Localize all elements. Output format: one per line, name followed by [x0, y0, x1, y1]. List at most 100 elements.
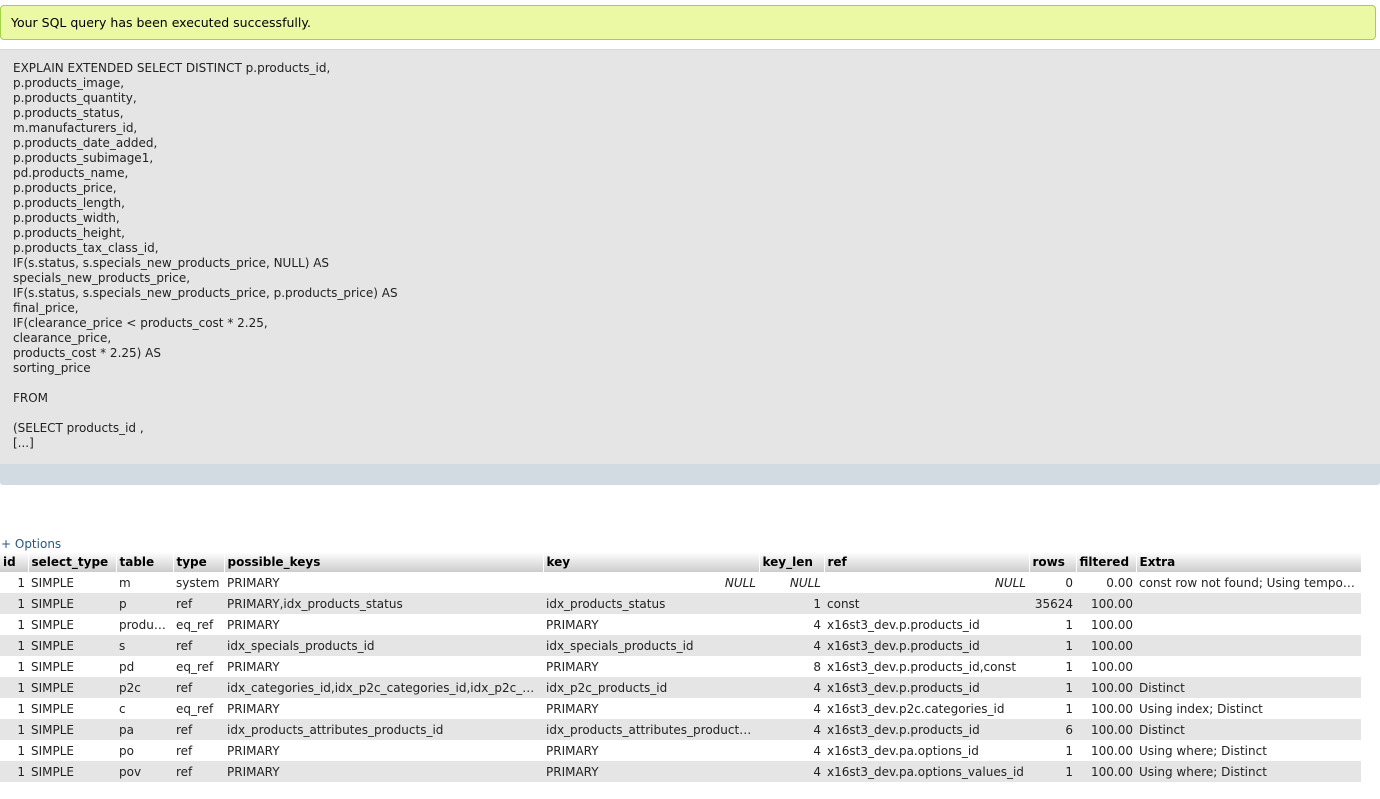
- column-header-possible-keys[interactable]: possible_keys: [224, 552, 544, 572]
- cell-ref: x16st3_dev.pa.options_values_id: [824, 761, 1029, 782]
- cell-type: ref: [173, 635, 224, 656]
- cell-possible-keys: idx_products_attributes_products_id: [224, 719, 543, 740]
- cell-possible-keys: PRIMARY: [224, 572, 543, 593]
- column-header-type[interactable]: type: [173, 552, 225, 572]
- cell-key: PRIMARY: [543, 740, 759, 761]
- cell-extra: [1136, 614, 1361, 635]
- cell-id: 1: [0, 740, 28, 761]
- cell-ref: NULL: [824, 572, 1029, 593]
- cell-type: ref: [173, 761, 224, 782]
- cell-extra: Using where; Distinct: [1136, 740, 1361, 761]
- cell-key-len: NULL: [759, 572, 824, 593]
- cell-table: m: [116, 572, 173, 593]
- cell-ref: x16st3_dev.p.products_id: [824, 635, 1029, 656]
- column-header-key[interactable]: key: [543, 552, 760, 572]
- cell-rows: 1: [1029, 635, 1076, 656]
- cell-key-len: 4: [759, 740, 824, 761]
- cell-key: PRIMARY: [543, 656, 759, 677]
- cell-ref: x16st3_dev.p.products_id: [824, 677, 1029, 698]
- cell-key: PRIMARY: [543, 698, 759, 719]
- cell-possible-keys: PRIMARY: [224, 656, 543, 677]
- explain-results-table: id select_type table type possible_keys key ke…: [0, 552, 1362, 782]
- cell-key: idx_products_status: [543, 593, 759, 614]
- table-row: 1 SIMPLE p ref PRIMARY,idx_products_status id…: [0, 593, 1361, 614]
- cell-type: eq_ref: [173, 614, 224, 635]
- cell-possible-keys: idx_specials_products_id: [224, 635, 543, 656]
- sql-tools-bar: [0, 464, 1380, 485]
- options-link[interactable]: + Options: [1, 536, 61, 552]
- cell-extra: [1136, 635, 1361, 656]
- cell-select-type: SIMPLE: [28, 593, 116, 614]
- cell-table: pa: [116, 719, 173, 740]
- cell-select-type: SIMPLE: [28, 635, 116, 656]
- cell-filtered: 100.00: [1076, 656, 1136, 677]
- table-row: 1 SIMPLE pd eq_ref PRIMARY PRIMARY 8 x16st3_dev…: [0, 656, 1361, 677]
- column-header-table[interactable]: table: [116, 552, 174, 572]
- cell-select-type: SIMPLE: [28, 740, 116, 761]
- table-row: 1 SIMPLE pa ref idx_products_attributes_prod…: [0, 719, 1361, 740]
- cell-ref: x16st3_dev.pa.options_id: [824, 740, 1029, 761]
- cell-select-type: SIMPLE: [28, 698, 116, 719]
- table-row: 1 SIMPLE products eq_ref PRIMARY PRIMARY 4 x16s…: [0, 614, 1361, 635]
- cell-type: system: [173, 572, 224, 593]
- cell-key: PRIMARY: [543, 761, 759, 782]
- cell-ref: const: [824, 593, 1029, 614]
- cell-ref: x16st3_dev.p.products_id: [824, 614, 1029, 635]
- cell-extra: Distinct: [1136, 677, 1361, 698]
- column-header-id[interactable]: id: [0, 552, 29, 572]
- cell-rows: 1: [1029, 656, 1076, 677]
- cell-id: 1: [0, 656, 28, 677]
- cell-key-len: 4: [759, 761, 824, 782]
- cell-key-len: 8: [759, 656, 824, 677]
- cell-rows: 1: [1029, 761, 1076, 782]
- table-row: 1 SIMPLE po ref PRIMARY PRIMARY 4 x16st3_dev.pa…: [0, 740, 1361, 761]
- cell-type: eq_ref: [173, 656, 224, 677]
- cell-type: eq_ref: [173, 698, 224, 719]
- column-header-ref[interactable]: ref: [824, 552, 1030, 572]
- cell-type: ref: [173, 740, 224, 761]
- table-header-row: id select_type table type possible_keys key ke…: [0, 552, 1362, 572]
- cell-rows: 0: [1029, 572, 1076, 593]
- cell-select-type: SIMPLE: [28, 572, 116, 593]
- cell-id: 1: [0, 719, 28, 740]
- cell-type: ref: [173, 719, 224, 740]
- cell-extra: const row not found; Using temporary: [1136, 572, 1361, 593]
- column-header-select-type[interactable]: select_type: [28, 552, 117, 572]
- cell-extra: [1136, 593, 1361, 614]
- column-header-key-len[interactable]: key_len: [759, 552, 825, 572]
- cell-select-type: SIMPLE: [28, 677, 116, 698]
- cell-table: pd: [116, 656, 173, 677]
- cell-extra: Using index; Distinct: [1136, 698, 1361, 719]
- cell-key: NULL: [543, 572, 759, 593]
- table-row: 1 SIMPLE m system PRIMARY NULL NULL NULL 0 0.00 co…: [0, 572, 1361, 593]
- cell-table: p2c: [116, 677, 173, 698]
- cell-select-type: SIMPLE: [28, 761, 116, 782]
- column-header-extra[interactable]: Extra: [1136, 552, 1362, 572]
- cell-filtered: 100.00: [1076, 635, 1136, 656]
- cell-id: 1: [0, 677, 28, 698]
- column-header-filtered[interactable]: filtered: [1076, 552, 1137, 572]
- sql-query-box[interactable]: EXPLAIN EXTENDED SELECT DISTINCT p.produ…: [0, 49, 1380, 464]
- cell-id: 1: [0, 593, 28, 614]
- cell-filtered: 100.00: [1076, 761, 1136, 782]
- cell-select-type: SIMPLE: [28, 614, 116, 635]
- cell-rows: 1: [1029, 614, 1076, 635]
- cell-table: s: [116, 635, 173, 656]
- table-row: 1 SIMPLE p2c ref idx_categories_id,idx_p2c_c…: [0, 677, 1361, 698]
- cell-key-len: 4: [759, 614, 824, 635]
- cell-ref: x16st3_dev.p2c.categories_id: [824, 698, 1029, 719]
- cell-filtered: 100.00: [1076, 740, 1136, 761]
- cell-key-len: 4: [759, 698, 824, 719]
- cell-key: idx_p2c_products_id: [543, 677, 759, 698]
- cell-key: PRIMARY: [543, 614, 759, 635]
- cell-key-len: 1: [759, 593, 824, 614]
- cell-table: c: [116, 698, 173, 719]
- cell-key-len: 4: [759, 719, 824, 740]
- cell-rows: 1: [1029, 698, 1076, 719]
- cell-id: 1: [0, 635, 28, 656]
- cell-rows: 1: [1029, 677, 1076, 698]
- column-header-rows[interactable]: rows: [1029, 552, 1077, 572]
- success-message: Your SQL query has been executed success…: [0, 5, 1376, 40]
- cell-key-len: 4: [759, 677, 824, 698]
- cell-key: idx_products_attributes_products_id: [543, 719, 759, 740]
